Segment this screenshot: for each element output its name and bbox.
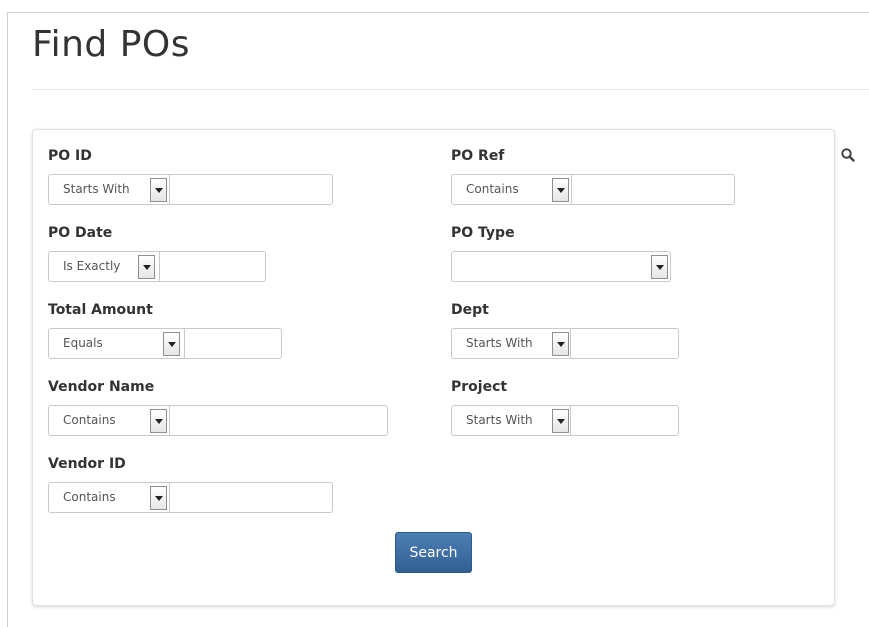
chevron-down-icon[interactable] bbox=[138, 255, 155, 279]
chevron-down-icon[interactable] bbox=[552, 409, 569, 433]
po-date-operator-value: Is Exactly bbox=[63, 259, 121, 273]
dept-operator-select[interactable]: Starts With bbox=[451, 328, 570, 359]
chevron-down-icon[interactable] bbox=[150, 178, 167, 202]
search-icon[interactable] bbox=[840, 147, 856, 163]
dept-label: Dept bbox=[451, 302, 489, 318]
po-id-label: PO ID bbox=[48, 148, 92, 164]
total-amount-operator-select[interactable]: Equals bbox=[48, 328, 184, 359]
vendor-name-label: Vendor Name bbox=[48, 379, 155, 395]
vendor-id-label: Vendor ID bbox=[48, 456, 126, 472]
po-id-operator-value: Starts With bbox=[63, 182, 130, 196]
po-ref-label: PO Ref bbox=[451, 148, 505, 164]
project-operator-select[interactable]: Starts With bbox=[451, 405, 570, 436]
po-id-input[interactable] bbox=[169, 174, 333, 205]
po-type-select[interactable] bbox=[451, 251, 671, 282]
total-amount-operator-value: Equals bbox=[63, 336, 103, 350]
title-divider bbox=[32, 89, 869, 90]
po-ref-input[interactable] bbox=[571, 174, 735, 205]
chevron-down-icon[interactable] bbox=[150, 409, 167, 433]
po-type-label: PO Type bbox=[451, 225, 515, 241]
vendor-id-input[interactable] bbox=[169, 482, 333, 513]
project-input[interactable] bbox=[570, 405, 679, 436]
vendor-id-operator-value: Contains bbox=[63, 490, 116, 504]
total-amount-input[interactable] bbox=[184, 328, 282, 359]
vendor-name-input[interactable] bbox=[169, 405, 388, 436]
vendor-name-operator-select[interactable]: Contains bbox=[48, 405, 169, 436]
chevron-down-icon[interactable] bbox=[651, 255, 668, 279]
po-date-input[interactable] bbox=[159, 251, 266, 282]
vendor-name-operator-value: Contains bbox=[63, 413, 116, 427]
page-title: Find POs bbox=[32, 24, 191, 65]
chevron-down-icon[interactable] bbox=[552, 178, 569, 202]
po-ref-operator-value: Contains bbox=[466, 182, 519, 196]
dept-input[interactable] bbox=[570, 328, 679, 359]
total-amount-label: Total Amount bbox=[48, 302, 153, 318]
po-date-label: PO Date bbox=[48, 225, 113, 241]
frame-left-border bbox=[7, 12, 8, 627]
search-button[interactable]: Search bbox=[395, 532, 472, 573]
dept-operator-value: Starts With bbox=[466, 336, 533, 350]
chevron-down-icon[interactable] bbox=[552, 332, 569, 356]
vendor-id-operator-select[interactable]: Contains bbox=[48, 482, 169, 513]
chevron-down-icon[interactable] bbox=[163, 332, 180, 356]
po-id-operator-select[interactable]: Starts With bbox=[48, 174, 169, 205]
po-ref-operator-select[interactable]: Contains bbox=[451, 174, 571, 205]
frame-top-border bbox=[7, 12, 869, 13]
po-date-operator-select[interactable]: Is Exactly bbox=[48, 251, 159, 282]
chevron-down-icon[interactable] bbox=[150, 486, 167, 510]
project-operator-value: Starts With bbox=[466, 413, 533, 427]
project-label: Project bbox=[451, 379, 508, 395]
